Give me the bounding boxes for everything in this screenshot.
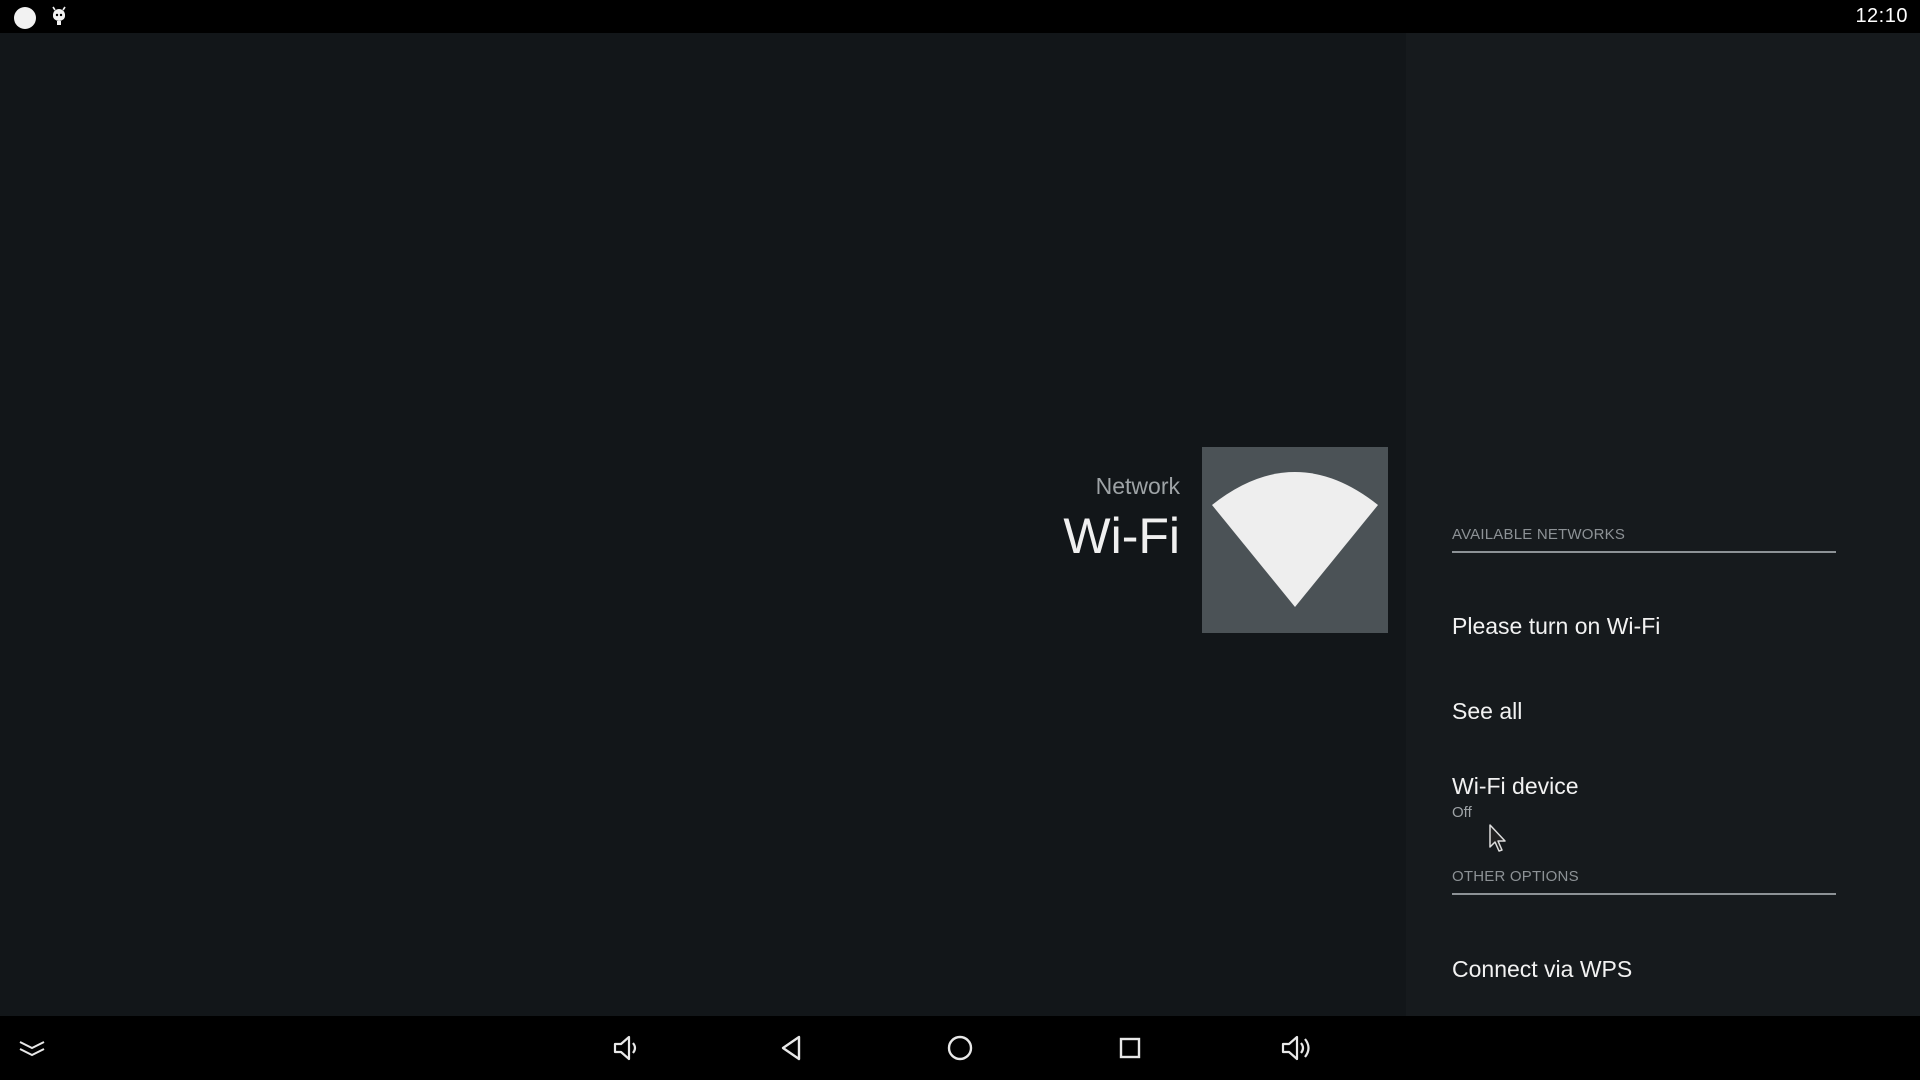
header-panel: Network Wi-Fi — [0, 33, 1406, 1016]
options-panel: AVAILABLE NETWORKS Please turn on Wi-Fi … — [1406, 33, 1920, 1016]
android-debug-icon — [52, 6, 66, 25]
see-all-item[interactable]: See all — [1452, 698, 1836, 725]
section-available-networks: AVAILABLE NETWORKS — [1452, 526, 1836, 553]
volume-down-icon[interactable] — [608, 1030, 644, 1066]
wifi-device-label: Wi-Fi device — [1452, 773, 1579, 799]
page-title: Wi-Fi — [1063, 508, 1180, 564]
wifi-device-item[interactable]: Wi-Fi device Off — [1452, 773, 1836, 821]
volume-up-icon[interactable] — [1278, 1030, 1314, 1066]
turn-on-wifi-item[interactable]: Please turn on Wi-Fi — [1452, 613, 1836, 640]
settings-screen: Network Wi-Fi AVAILABLE NETWORKS Please … — [0, 33, 1920, 1016]
turn-on-wifi-label: Please turn on Wi-Fi — [1452, 613, 1661, 639]
home-icon[interactable] — [942, 1030, 978, 1066]
collapse-icon[interactable] — [14, 1030, 50, 1066]
clock: 12:10 — [1855, 5, 1908, 27]
connect-wps-label: Connect via WPS — [1452, 956, 1633, 982]
status-bar: 12:10 — [0, 0, 1920, 33]
wifi-device-status: Off — [1452, 804, 1472, 821]
wifi-icon — [1202, 447, 1388, 633]
section-other-options: OTHER OPTIONS — [1452, 868, 1836, 895]
back-icon[interactable] — [774, 1030, 810, 1066]
navigation-bar — [0, 1016, 1920, 1080]
connect-wps-item[interactable]: Connect via WPS — [1452, 956, 1836, 983]
recents-icon[interactable] — [1112, 1030, 1148, 1066]
breadcrumb: Network — [1095, 473, 1180, 499]
see-all-label: See all — [1452, 698, 1523, 724]
notification-dot-icon — [14, 7, 36, 29]
